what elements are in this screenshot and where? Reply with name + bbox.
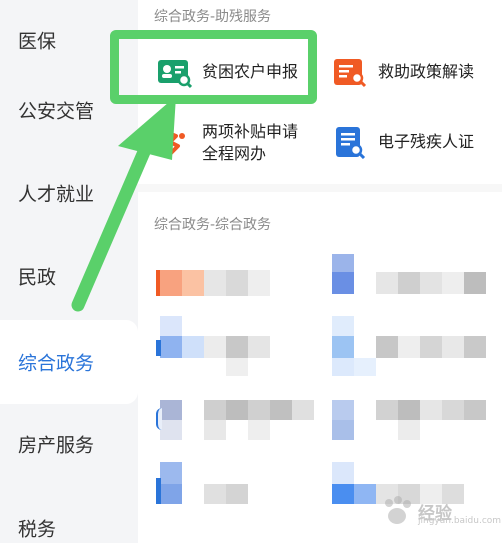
highlight-box [110,30,317,104]
sidebar-item-employment[interactable]: 人才就业 [0,153,138,233]
sidebar-item-housing[interactable]: 房产服务 [0,404,138,484]
service-relief-policy[interactable]: 救助政策解读 [332,50,474,94]
watermark-url: jingyan.baidu.com [418,516,502,526]
service-label: 救助政策解读 [378,62,475,81]
sidebar-item-civil-affairs[interactable]: 民政 [0,236,138,316]
service-label: 电子残疾人证 [378,132,475,151]
sidebar-item-label: 综合政务 [18,352,95,375]
sidebar-item-tax[interactable]: 税务 [0,488,138,543]
certificate-search-icon [332,125,368,160]
service-two-subsidies[interactable]: 两项补贴申请 全程网办 [156,118,298,168]
sidebar-item-label: 民政 [18,266,57,289]
section-divider [138,184,502,192]
document-search-icon [332,55,368,89]
watermark: 经验 jingyan.baidu.com [380,488,502,534]
service-label: 两项补贴申请 全程网办 [202,122,299,163]
paw-logo-icon [385,496,411,524]
sidebar-item-label: 公安交管 [18,100,95,123]
hands-icon [156,126,192,160]
section-title-general: 综合政务-综合政务 [154,217,272,233]
sidebar-item-label: 税务 [18,518,57,541]
sidebar-item-label: 人才就业 [18,183,95,206]
sidebar-item-label: 医保 [18,30,57,53]
service-electronic-disability-certificate[interactable]: 电子残疾人证 [332,120,474,164]
sidebar-item-general-affairs[interactable]: 综合政务 [0,320,138,404]
sidebar-item-label: 房产服务 [18,434,95,457]
section-title-disability: 综合政务-助残服务 [154,9,272,25]
